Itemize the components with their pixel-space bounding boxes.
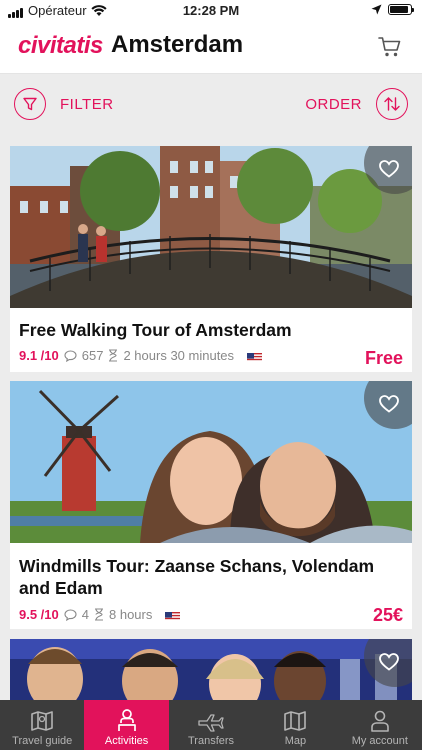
- location-arrow-icon: [371, 4, 382, 15]
- activity-card[interactable]: Windmills Tour: Zaanse Schans, Volendam …: [10, 381, 412, 629]
- heart-icon: [379, 395, 399, 413]
- brand-logo: civitatis: [18, 32, 103, 59]
- activity-price: 25€: [372, 605, 403, 625]
- heart-icon: [379, 160, 399, 178]
- map-icon: [284, 711, 307, 731]
- tab-map[interactable]: Map: [253, 700, 337, 750]
- activity-title: Free Walking Tour of Amsterdam: [19, 320, 292, 340]
- tab-label: Map: [284, 735, 307, 747]
- activity-meta: 9.1 /10 657 2 hours 30 minutes: [19, 348, 263, 363]
- tab-label: Travel guide: [12, 735, 73, 747]
- tab-transfers[interactable]: Transfers: [169, 700, 253, 750]
- review-count: 657: [81, 348, 104, 363]
- activity-photo: [10, 381, 412, 543]
- hourglass-icon: [109, 349, 118, 362]
- filter-toolbar: FILTER ORDER: [0, 75, 422, 135]
- us-flag-icon: [165, 610, 181, 620]
- cart-icon[interactable]: [378, 36, 402, 58]
- tab-my-account[interactable]: My account: [338, 700, 422, 750]
- comment-icon: [64, 349, 77, 362]
- heart-icon: [379, 653, 399, 671]
- hourglass-icon: [95, 608, 103, 621]
- activity-title: Windmills Tour: Zaanse Schans, Volendam …: [19, 556, 375, 598]
- person-icon: [117, 709, 136, 731]
- us-flag-icon: [247, 351, 263, 361]
- review-count: 4: [81, 607, 89, 622]
- activity-duration: 2 hours 30 minutes: [123, 348, 235, 363]
- status-time: 12:28 PM: [182, 3, 240, 18]
- activity-photo: [10, 146, 412, 308]
- app-header: civitatis Amsterdam: [0, 22, 422, 74]
- activity-price: Free: [364, 348, 403, 368]
- rating-score: 9.5 /10: [19, 607, 59, 622]
- tab-travel-guide[interactable]: Travel guide: [0, 700, 84, 750]
- battery-icon: [388, 4, 414, 15]
- comment-icon: [64, 608, 77, 621]
- activity-card[interactable]: Free Walking Tour of Amsterdam 9.1 /10 6…: [10, 146, 412, 372]
- funnel-icon: [14, 88, 46, 120]
- rating-score: 9.1 /10: [19, 348, 59, 363]
- filter-label: FILTER: [60, 95, 114, 113]
- page-title: Amsterdam: [111, 31, 244, 58]
- activity-meta: 9.5 /10 4 8 hours: [19, 607, 181, 622]
- status-bar: Opérateur 12:28 PM: [0, 0, 422, 22]
- order-label: ORDER: [305, 95, 362, 113]
- tab-activities[interactable]: Activities: [84, 700, 169, 750]
- account-icon: [371, 710, 389, 732]
- order-button[interactable]: ORDER: [305, 88, 408, 120]
- bottom-tab-bar: Travel guide Activities Transfers Map My…: [0, 700, 422, 750]
- activity-card[interactable]: [10, 639, 412, 700]
- map-book-icon: [31, 711, 54, 731]
- tab-label: Activities: [104, 735, 149, 747]
- activity-photo: [10, 639, 412, 700]
- tab-label: My account: [351, 735, 408, 747]
- tab-label: Transfers: [187, 735, 235, 747]
- status-right: [371, 4, 414, 15]
- sort-arrows-icon: [376, 88, 408, 120]
- plane-icon: [198, 714, 224, 732]
- filter-button[interactable]: FILTER: [14, 88, 114, 120]
- activity-duration: 8 hours: [109, 607, 153, 622]
